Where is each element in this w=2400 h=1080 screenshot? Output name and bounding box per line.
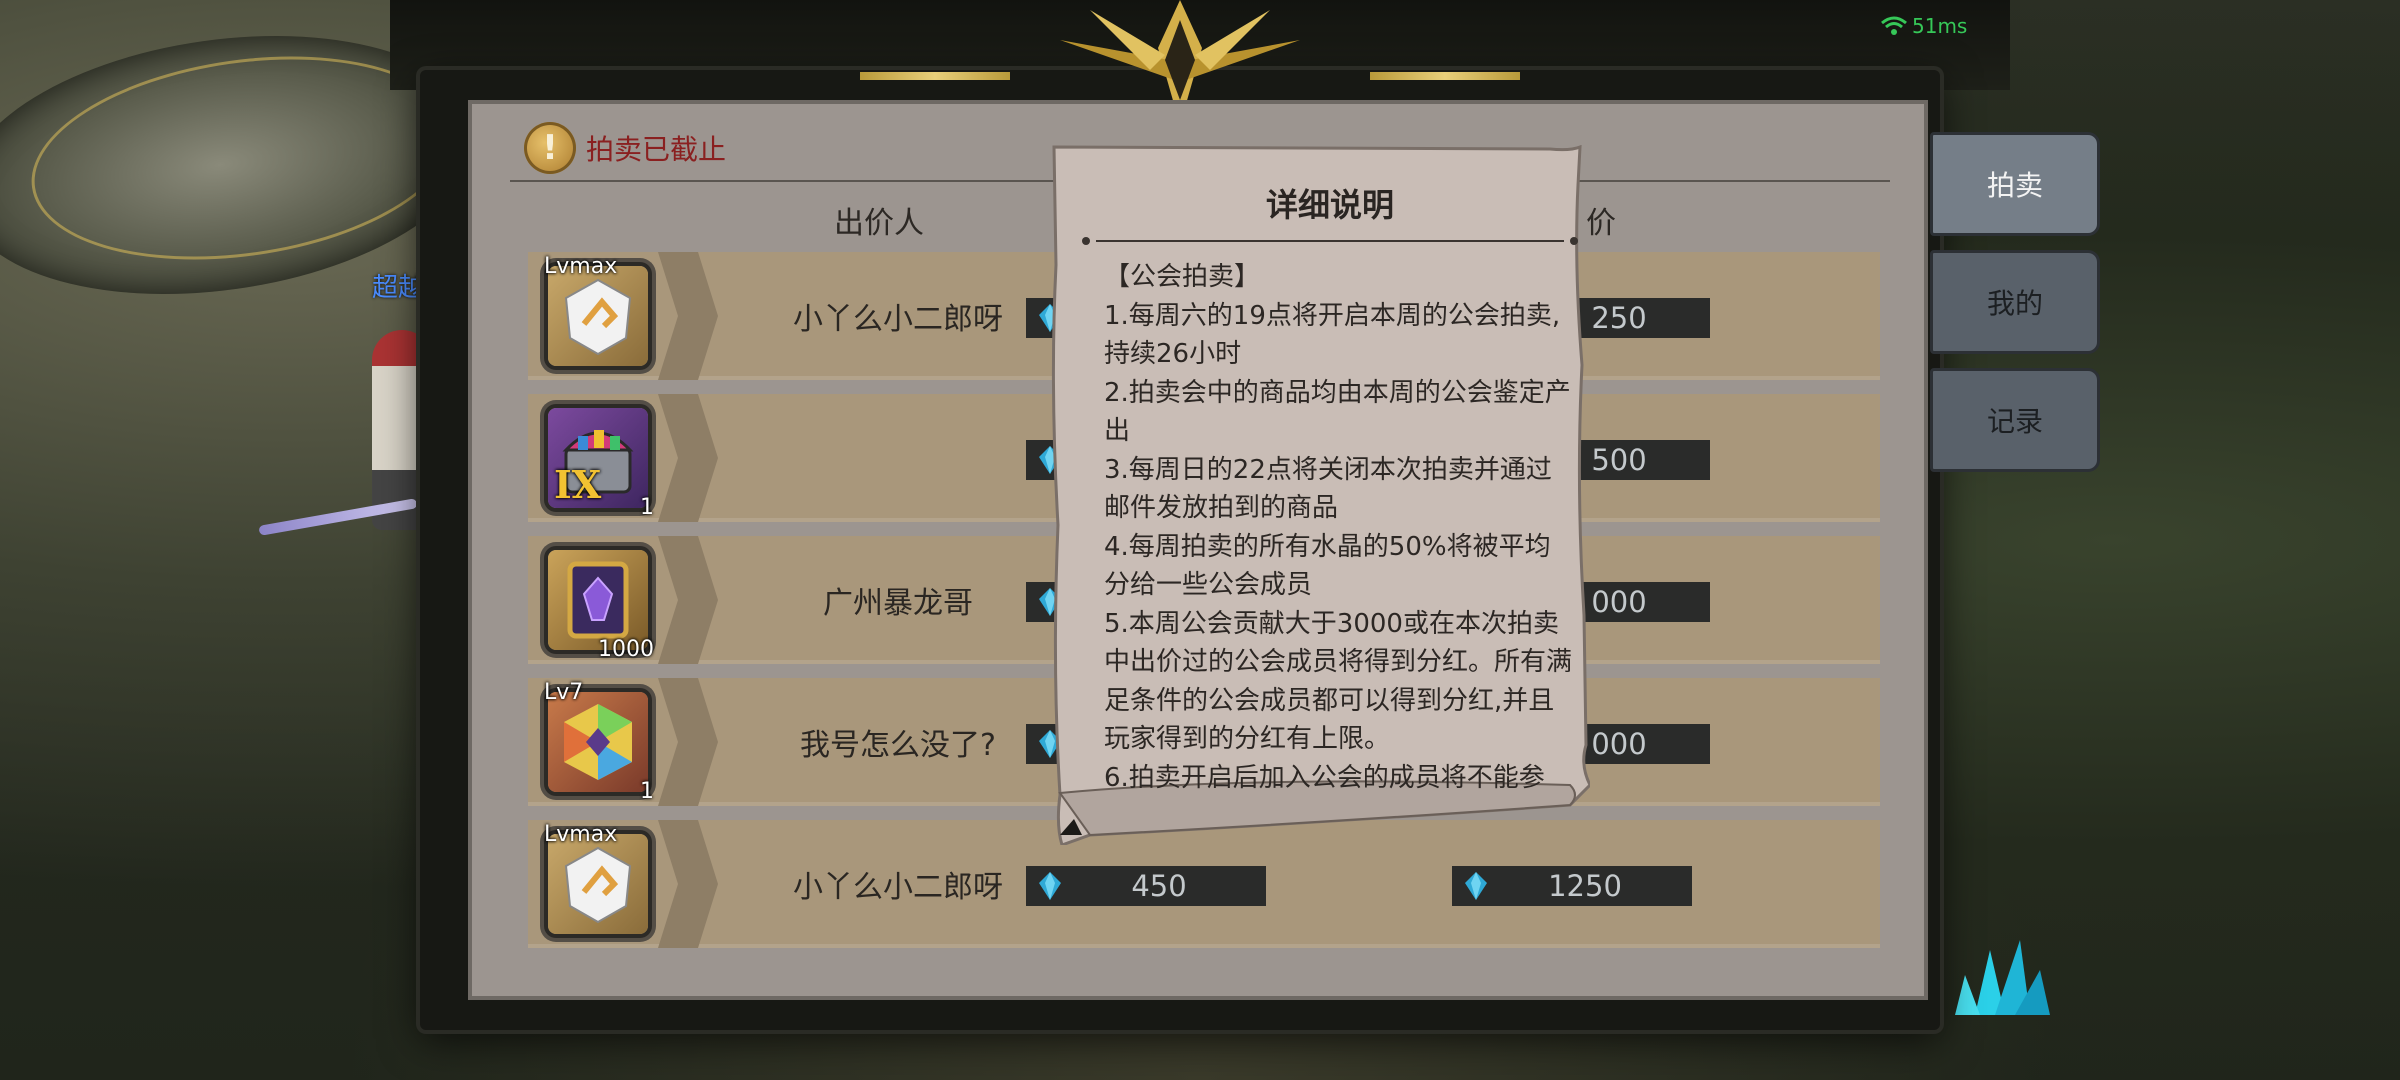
details-line: 2.拍卖会中的商品均由本周的公会鉴定产出 xyxy=(1104,377,1571,447)
column-header-bidder: 出价人 xyxy=(834,206,924,241)
exclamation-icon: ! xyxy=(524,122,576,174)
background-player-name: 超越 xyxy=(372,273,425,303)
game-scene: 超越 51ms ! 拍卖已截止 出价人 价 Lvmax 小丫么小二郎呀 250 … xyxy=(0,0,2400,1080)
ping-text: 51ms xyxy=(1912,14,1968,38)
item-slot[interactable]: Lvmax xyxy=(534,820,662,948)
item-tile xyxy=(548,692,648,792)
tab-mine[interactable]: 我的 xyxy=(1930,250,2100,354)
purple-book-icon xyxy=(567,561,629,639)
rainbow-gem-icon xyxy=(564,704,632,780)
item-level: Lvmax xyxy=(544,254,618,279)
start-price-box: 450 xyxy=(1026,866,1266,906)
item-tile xyxy=(548,834,648,934)
details-line: 3.每周日的22点将关闭本次拍卖并通过邮件发放拍到的商品 xyxy=(1104,454,1552,524)
details-line: 4.每周拍卖的所有水晶的50%将被平均分给一些公会成员 xyxy=(1104,531,1551,601)
item-tile xyxy=(548,550,648,650)
details-title-rule xyxy=(1082,237,1578,245)
crystal-icon xyxy=(1039,872,1061,900)
frame-gold-bar-right xyxy=(1370,72,1520,80)
auction-status-text: 拍卖已截止 xyxy=(586,133,727,166)
item-slot[interactable]: Lvmax xyxy=(534,252,662,380)
buyout-price-box: 1250 xyxy=(1452,866,1692,906)
item-level: Lv7 xyxy=(544,680,584,705)
item-slot[interactable]: 1000 xyxy=(534,536,662,664)
item-count: 1 xyxy=(640,495,654,520)
item-level: Lvmax xyxy=(544,822,618,847)
tab-records[interactable]: 记录 xyxy=(1930,368,2100,472)
details-line: 【公会拍卖】 xyxy=(1104,262,1261,292)
details-title: 详细说明 xyxy=(1265,186,1394,224)
details-body[interactable]: 【公会拍卖】 1.每周六的19点将开启本周的公会拍卖,持续26小时 2.拍卖会中… xyxy=(1104,258,1574,798)
item-tile xyxy=(548,266,648,366)
wifi-icon xyxy=(1881,16,1907,35)
chest-roman-numeral: IX xyxy=(554,462,602,507)
start-price-value: 450 xyxy=(1131,869,1187,903)
frame-gold-bar-left xyxy=(860,72,1010,80)
white-stone-icon xyxy=(564,846,632,924)
tab-auction[interactable]: 拍卖 xyxy=(1930,132,2100,236)
details-line: 5.本周公会贡献大于3000或在本次拍卖中出价过的公会成员将得到分红。所有满足条… xyxy=(1104,608,1573,755)
auction-status: ! 拍卖已截止 xyxy=(524,118,726,178)
details-line: 1.每周六的19点将开启本周的公会拍卖,持续26小时 xyxy=(1104,300,1561,370)
network-status: 51ms xyxy=(1880,14,1967,38)
details-line: 6.拍卖开启后加入公会的成员将不能参 xyxy=(1104,762,1545,793)
item-count: 1000 xyxy=(598,637,654,662)
item-slot[interactable]: Lv7 1 xyxy=(534,678,662,806)
item-slot[interactable]: IX 1 xyxy=(534,394,662,522)
crystal-decoration-icon xyxy=(1955,940,2050,1015)
crystal-icon xyxy=(1465,872,1487,900)
item-count: 1 xyxy=(640,779,654,804)
buyout-price-value: 1250 xyxy=(1548,869,1622,903)
white-stone-icon xyxy=(564,278,632,356)
